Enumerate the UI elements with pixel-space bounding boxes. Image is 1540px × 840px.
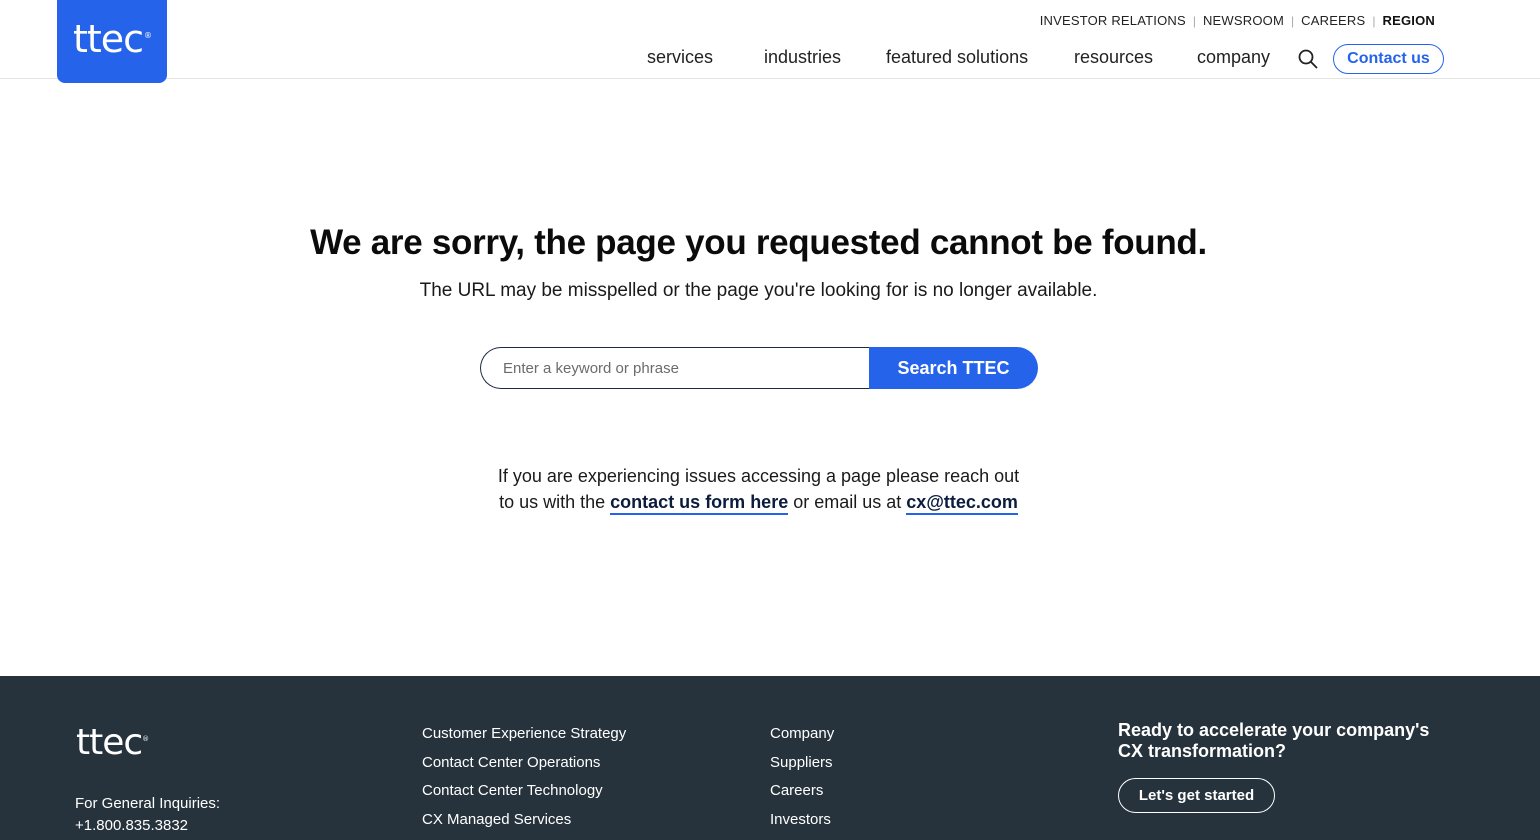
nav-item-industries[interactable]: industries <box>764 47 841 68</box>
divider: | <box>1192 13 1196 28</box>
site-header: ttec® INVESTOR RELATIONS | NEWSROOM | CA… <box>0 0 1540 83</box>
footer-link[interactable]: Company <box>770 725 834 754</box>
contact-form-link[interactable]: contact us form here <box>610 492 789 515</box>
search-input[interactable] <box>480 347 869 389</box>
footer-link[interactable]: Suppliers <box>770 754 834 783</box>
nav-item-company[interactable]: company <box>1197 47 1270 68</box>
cta-heading: Ready to accelerate your company's CX tr… <box>1118 720 1430 761</box>
general-inquiries: For General Inquiries: +1.800.835.3832 <box>75 793 220 837</box>
help-message: If you are experiencing issues accessing… <box>0 463 1517 515</box>
util-nav-careers[interactable]: CAREERS <box>1301 13 1365 28</box>
util-nav-newsroom[interactable]: NEWSROOM <box>1203 13 1284 28</box>
footer-link[interactable]: CX Managed Services <box>422 811 626 840</box>
page-title: We are sorry, the page you requested can… <box>310 223 1207 262</box>
error-subtitle: The URL may be misspelled or the page yo… <box>419 280 1098 301</box>
util-nav-investor-relations[interactable]: INVESTOR RELATIONS <box>1040 13 1186 28</box>
footer-company-links: Company Suppliers Careers Investors <box>770 725 834 839</box>
help-line-2: to us with the contact us form here or e… <box>0 489 1517 515</box>
footer-services-links: Customer Experience Strategy Contact Cen… <box>422 725 626 839</box>
help-line-2-prefix: to us with the <box>499 492 606 512</box>
ttec-logo[interactable]: ttec® <box>57 0 167 83</box>
util-nav-region[interactable]: REGION <box>1383 13 1435 28</box>
logo-text: ttec® <box>72 16 152 61</box>
help-line-2-middle: or email us at <box>793 492 902 512</box>
divider: | <box>1291 13 1295 28</box>
nav-item-resources[interactable]: resources <box>1074 47 1153 68</box>
footer-link[interactable]: Careers <box>770 782 834 811</box>
inquiries-phone[interactable]: +1.800.835.3832 <box>75 815 220 837</box>
footer-link[interactable]: Contact Center Technology <box>422 782 626 811</box>
get-started-button[interactable]: Let's get started <box>1118 778 1275 813</box>
site-search-form: Search TTEC <box>480 347 1038 389</box>
logo-wordmark: ttec <box>72 16 144 61</box>
utility-nav: INVESTOR RELATIONS | NEWSROOM | CAREERS … <box>1040 13 1435 28</box>
footer-logo[interactable]: ttec® <box>76 722 149 763</box>
logo-mark: ® <box>144 30 152 40</box>
nav-item-featured-solutions[interactable]: featured solutions <box>886 47 1028 68</box>
divider: | <box>1372 13 1376 28</box>
nav-item-services[interactable]: services <box>647 47 713 68</box>
email-link[interactable]: cx@ttec.com <box>906 492 1018 515</box>
help-line-1: If you are experiencing issues accessing… <box>497 466 1020 486</box>
search-button[interactable]: Search TTEC <box>869 347 1038 389</box>
search-icon[interactable] <box>1297 48 1319 70</box>
footer-link[interactable]: Customer Experience Strategy <box>422 725 626 754</box>
footer-link[interactable]: Investors <box>770 811 834 840</box>
inquiries-label: For General Inquiries: <box>75 795 221 812</box>
footer-logo-mark: ® <box>142 735 149 743</box>
footer-logo-wordmark: ttec <box>76 722 143 763</box>
contact-us-button[interactable]: Contact us <box>1333 44 1444 74</box>
site-footer: ttec® For General Inquiries: +1.800.835.… <box>0 676 1540 840</box>
footer-link[interactable]: Contact Center Operations <box>422 754 626 783</box>
